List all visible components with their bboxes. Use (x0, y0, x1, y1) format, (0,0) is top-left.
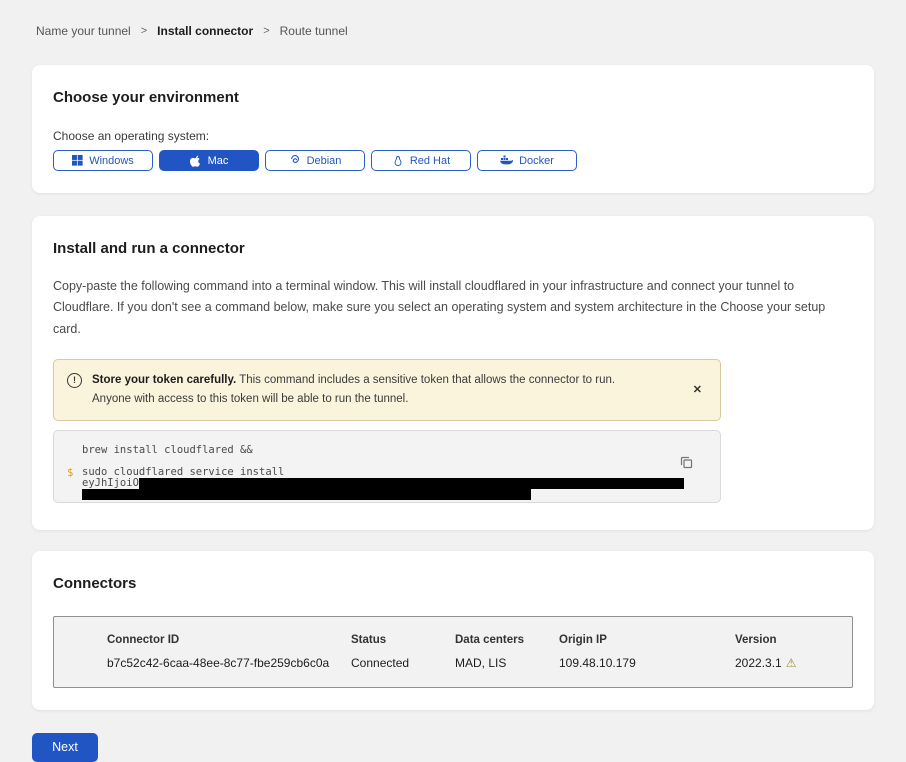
connectors-card: Connectors Connector ID Status Data cent… (32, 551, 874, 710)
redhat-icon (392, 155, 404, 167)
os-button-label: Red Hat (410, 155, 450, 167)
breadcrumb-route-tunnel[interactable]: Route tunnel (280, 24, 348, 38)
shell-prompt: $ (67, 467, 73, 479)
copy-command-button[interactable] (677, 453, 696, 475)
token-warning-text: Store your token carefully. This command… (92, 371, 652, 409)
install-command-codeblock[interactable]: $ brew install cloudflared && sudo cloud… (53, 430, 721, 503)
col-header-connector-id: Connector ID (107, 634, 351, 656)
token-warning-bold: Store your token carefully. (92, 374, 236, 386)
debian-icon (289, 155, 301, 167)
install-card-title: Install and run a connector (53, 240, 846, 257)
cell-status: Connected (351, 656, 455, 670)
install-description: Copy-paste the following command into a … (53, 276, 846, 340)
alert-circle-icon: ! (67, 373, 82, 388)
close-icon: ✕ (693, 384, 702, 396)
apple-icon (190, 155, 202, 167)
connectors-card-title: Connectors (53, 575, 853, 592)
install-command-text: brew install cloudflared && sudo cloudfl… (54, 431, 720, 500)
version-value: 2022.3.1 (735, 656, 782, 670)
cell-version: 2022.3.1 ⚠ (735, 656, 852, 670)
breadcrumb-separator: > (141, 25, 147, 37)
os-button-docker[interactable]: Docker (477, 150, 577, 171)
token-prefix: eyJhIjoiO (82, 477, 139, 489)
install-connector-card: Install and run a connector Copy-paste t… (32, 216, 874, 530)
os-button-group: Windows Mac Debian Red Hat Docker (53, 150, 853, 171)
os-button-label: Mac (208, 155, 229, 167)
breadcrumb-separator: > (263, 25, 269, 37)
cell-connector-id: b7c52c42-6caa-48ee-8c77-fbe259cb6c0a (107, 656, 351, 670)
cell-origin-ip: 109.48.10.179 (559, 656, 735, 670)
col-header-version: Version (735, 634, 852, 656)
copy-icon (679, 458, 694, 473)
choose-environment-card: Choose your environment Choose an operat… (32, 65, 874, 193)
connectors-table: Connector ID Status Data centers Origin … (53, 616, 853, 688)
breadcrumb-install-connector[interactable]: Install connector (157, 24, 253, 38)
connectors-table-grid: Connector ID Status Data centers Origin … (107, 634, 852, 670)
breadcrumb-name-your-tunnel[interactable]: Name your tunnel (36, 24, 131, 38)
os-button-label: Docker (519, 155, 554, 167)
environment-card-title: Choose your environment (53, 89, 853, 106)
version-warning-icon: ⚠ (786, 656, 797, 670)
redacted-token-bar-1 (139, 478, 684, 489)
token-warning-banner: ! Store your token carefully. This comma… (53, 359, 721, 421)
os-select-label: Choose an operating system: (53, 129, 853, 143)
breadcrumb: Name your tunnel > Install connector > R… (36, 24, 906, 38)
col-header-origin-ip: Origin IP (559, 634, 735, 656)
next-button[interactable]: Next (32, 733, 98, 762)
banner-close-button[interactable]: ✕ (689, 381, 706, 398)
os-button-debian[interactable]: Debian (265, 150, 365, 171)
windows-icon (72, 155, 83, 166)
os-button-windows[interactable]: Windows (53, 150, 153, 171)
command-line-1: brew install cloudflared && (82, 444, 253, 456)
os-button-redhat[interactable]: Red Hat (371, 150, 471, 171)
col-header-status: Status (351, 634, 455, 656)
os-button-label: Debian (307, 155, 342, 167)
cell-data-centers: MAD, LIS (455, 656, 559, 670)
redacted-token-bar-2 (82, 489, 531, 500)
docker-icon (500, 155, 513, 166)
os-button-mac[interactable]: Mac (159, 150, 259, 171)
col-header-data-centers: Data centers (455, 634, 559, 656)
os-button-label: Windows (89, 155, 134, 167)
